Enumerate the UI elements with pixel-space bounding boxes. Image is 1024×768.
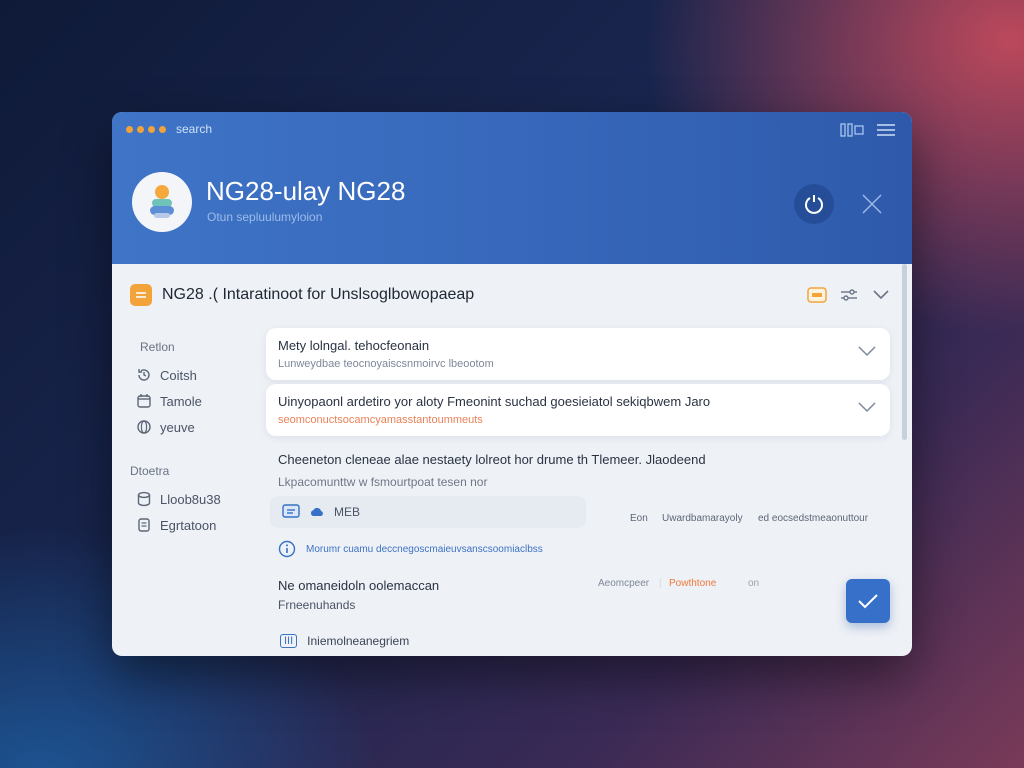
sidebar-item-yeuve[interactable]: yeuve <box>130 414 202 440</box>
sidebar-heading: Retlon <box>140 340 175 354</box>
sidebar-item-label: Egrtatoon <box>160 517 217 533</box>
collapsible-card[interactable]: Uinyopaonl ardetiro yor aloty Fmeonint s… <box>266 384 890 436</box>
check-icon <box>858 594 878 609</box>
history-icon <box>138 369 150 381</box>
status-divider: | <box>659 578 662 589</box>
chevron-down-icon[interactable] <box>858 400 876 418</box>
window-titlebar: search <box>126 122 212 136</box>
status-subtitle: Frneenuhands <box>278 598 356 612</box>
menu-icon[interactable] <box>874 122 898 138</box>
chevron-down-icon[interactable] <box>870 284 892 306</box>
card-title: Uinyopaonl ardetiro yor aloty Fmeonint s… <box>278 394 711 409</box>
footer-row: III Iniemolneanegriem <box>280 634 409 648</box>
info-text: Morumr cuamu deccnegoscmaieuvsanscsoomia… <box>306 543 543 555</box>
sidebar-item-label: Lloob8u38 <box>160 491 221 507</box>
app-subtitle: Otun sepluulumyloion <box>207 210 323 224</box>
sidebar-group-data: Dtoetra Lloob8u38 Egrtatoon <box>130 464 221 538</box>
sidebar-item-egrtatoon[interactable]: Egrtatoon <box>130 512 221 538</box>
chevron-down-icon[interactable] <box>858 344 876 362</box>
power-icon <box>805 195 823 214</box>
info-icon <box>278 540 296 558</box>
calendar-icon <box>137 394 151 408</box>
close-button[interactable] <box>852 184 892 224</box>
power-button[interactable] <box>794 184 834 224</box>
window-dot[interactable] <box>148 125 155 133</box>
cloud-icon <box>310 507 323 516</box>
meta-left: Eon <box>630 513 648 524</box>
sidebar-group-main: Retlon Coitsh Tamole yeuve <box>130 340 202 440</box>
block-subtitle: Lkpacomunttw w fsmourtpoat tesen nor <box>278 475 488 489</box>
sidebar-heading: Dtoetra <box>130 464 170 478</box>
status-state: on <box>748 578 760 589</box>
sidebar-item-lloob8u38[interactable]: Lloob8u38 <box>130 486 221 512</box>
info-message: Morumr cuamu deccnegoscmaieuvsanscsoomia… <box>278 540 543 558</box>
app-header: search NG28-ulay NG28 Otun sepluulumyloi… <box>112 112 912 264</box>
sidebar-item-label: Tamole <box>160 393 202 409</box>
columns-icon[interactable] <box>840 122 864 138</box>
globe-icon <box>137 420 151 434</box>
scrollbar[interactable] <box>902 264 907 440</box>
titlebar-text: search <box>176 122 213 136</box>
app-title: NG28-ulay NG28 <box>206 176 406 206</box>
document-icon <box>138 518 150 532</box>
card-subtitle: seomconuctsocamcyamasstantoummeuts <box>278 414 483 426</box>
sidebar-item-label: Coitsh <box>160 367 197 383</box>
sidebar-item-label: yeuve <box>160 419 195 435</box>
select-value: MEB <box>334 505 361 519</box>
window-dot[interactable] <box>159 125 166 133</box>
folder-icon[interactable] <box>806 284 828 306</box>
app-window: search NG28-ulay NG28 Otun sepluulumyloi… <box>112 112 912 656</box>
list-icon <box>130 284 152 306</box>
status-title: Ne omaneidoln oolemaccan <box>278 578 440 593</box>
monitor-icon <box>282 504 300 518</box>
source-select[interactable]: MEB <box>270 496 586 528</box>
status-label: Aeomcpeer <box>598 578 650 589</box>
footer-text: Iniemolneanegriem <box>307 634 410 648</box>
close-icon <box>862 194 882 214</box>
section-title: NG28 .( Intaratinoot for Unslsoglbowopae… <box>162 286 475 303</box>
section-header: NG28 .( Intaratinoot for Unslsoglbowopae… <box>130 284 474 306</box>
titlebar-actions <box>840 122 898 138</box>
window-dot[interactable] <box>126 125 133 133</box>
sliders-icon[interactable] <box>838 284 860 306</box>
window-dot[interactable] <box>137 125 144 133</box>
meta-right: ed eocsedstmeaonuttour <box>758 513 869 524</box>
sidebar-item-coitsh[interactable]: Coitsh <box>130 362 202 388</box>
card-subtitle: Lunweydbae teocnoyaiscsnmoirvc lbeootom <box>278 358 494 370</box>
app-logo <box>132 172 192 232</box>
meta-middle: Uwardbamarayoly <box>662 513 743 524</box>
footer-tag[interactable]: III <box>280 634 298 648</box>
collapsible-card[interactable]: Mety lolngal. tehocfeonain Lunweydbae te… <box>266 328 890 380</box>
status-warning: Powthtone <box>669 578 717 589</box>
card-title: Mety lolngal. tehocfeonain <box>278 338 430 353</box>
block-title: Cheeneton cleneae alae nestaety lolreot … <box>278 452 706 467</box>
section-actions <box>806 284 892 306</box>
confirm-button[interactable] <box>846 579 890 623</box>
settings-description: Cheeneton cleneae alae nestaety lolreot … <box>278 452 706 489</box>
database-icon <box>137 491 151 507</box>
sidebar-item-tamole[interactable]: Tamole <box>130 388 202 414</box>
